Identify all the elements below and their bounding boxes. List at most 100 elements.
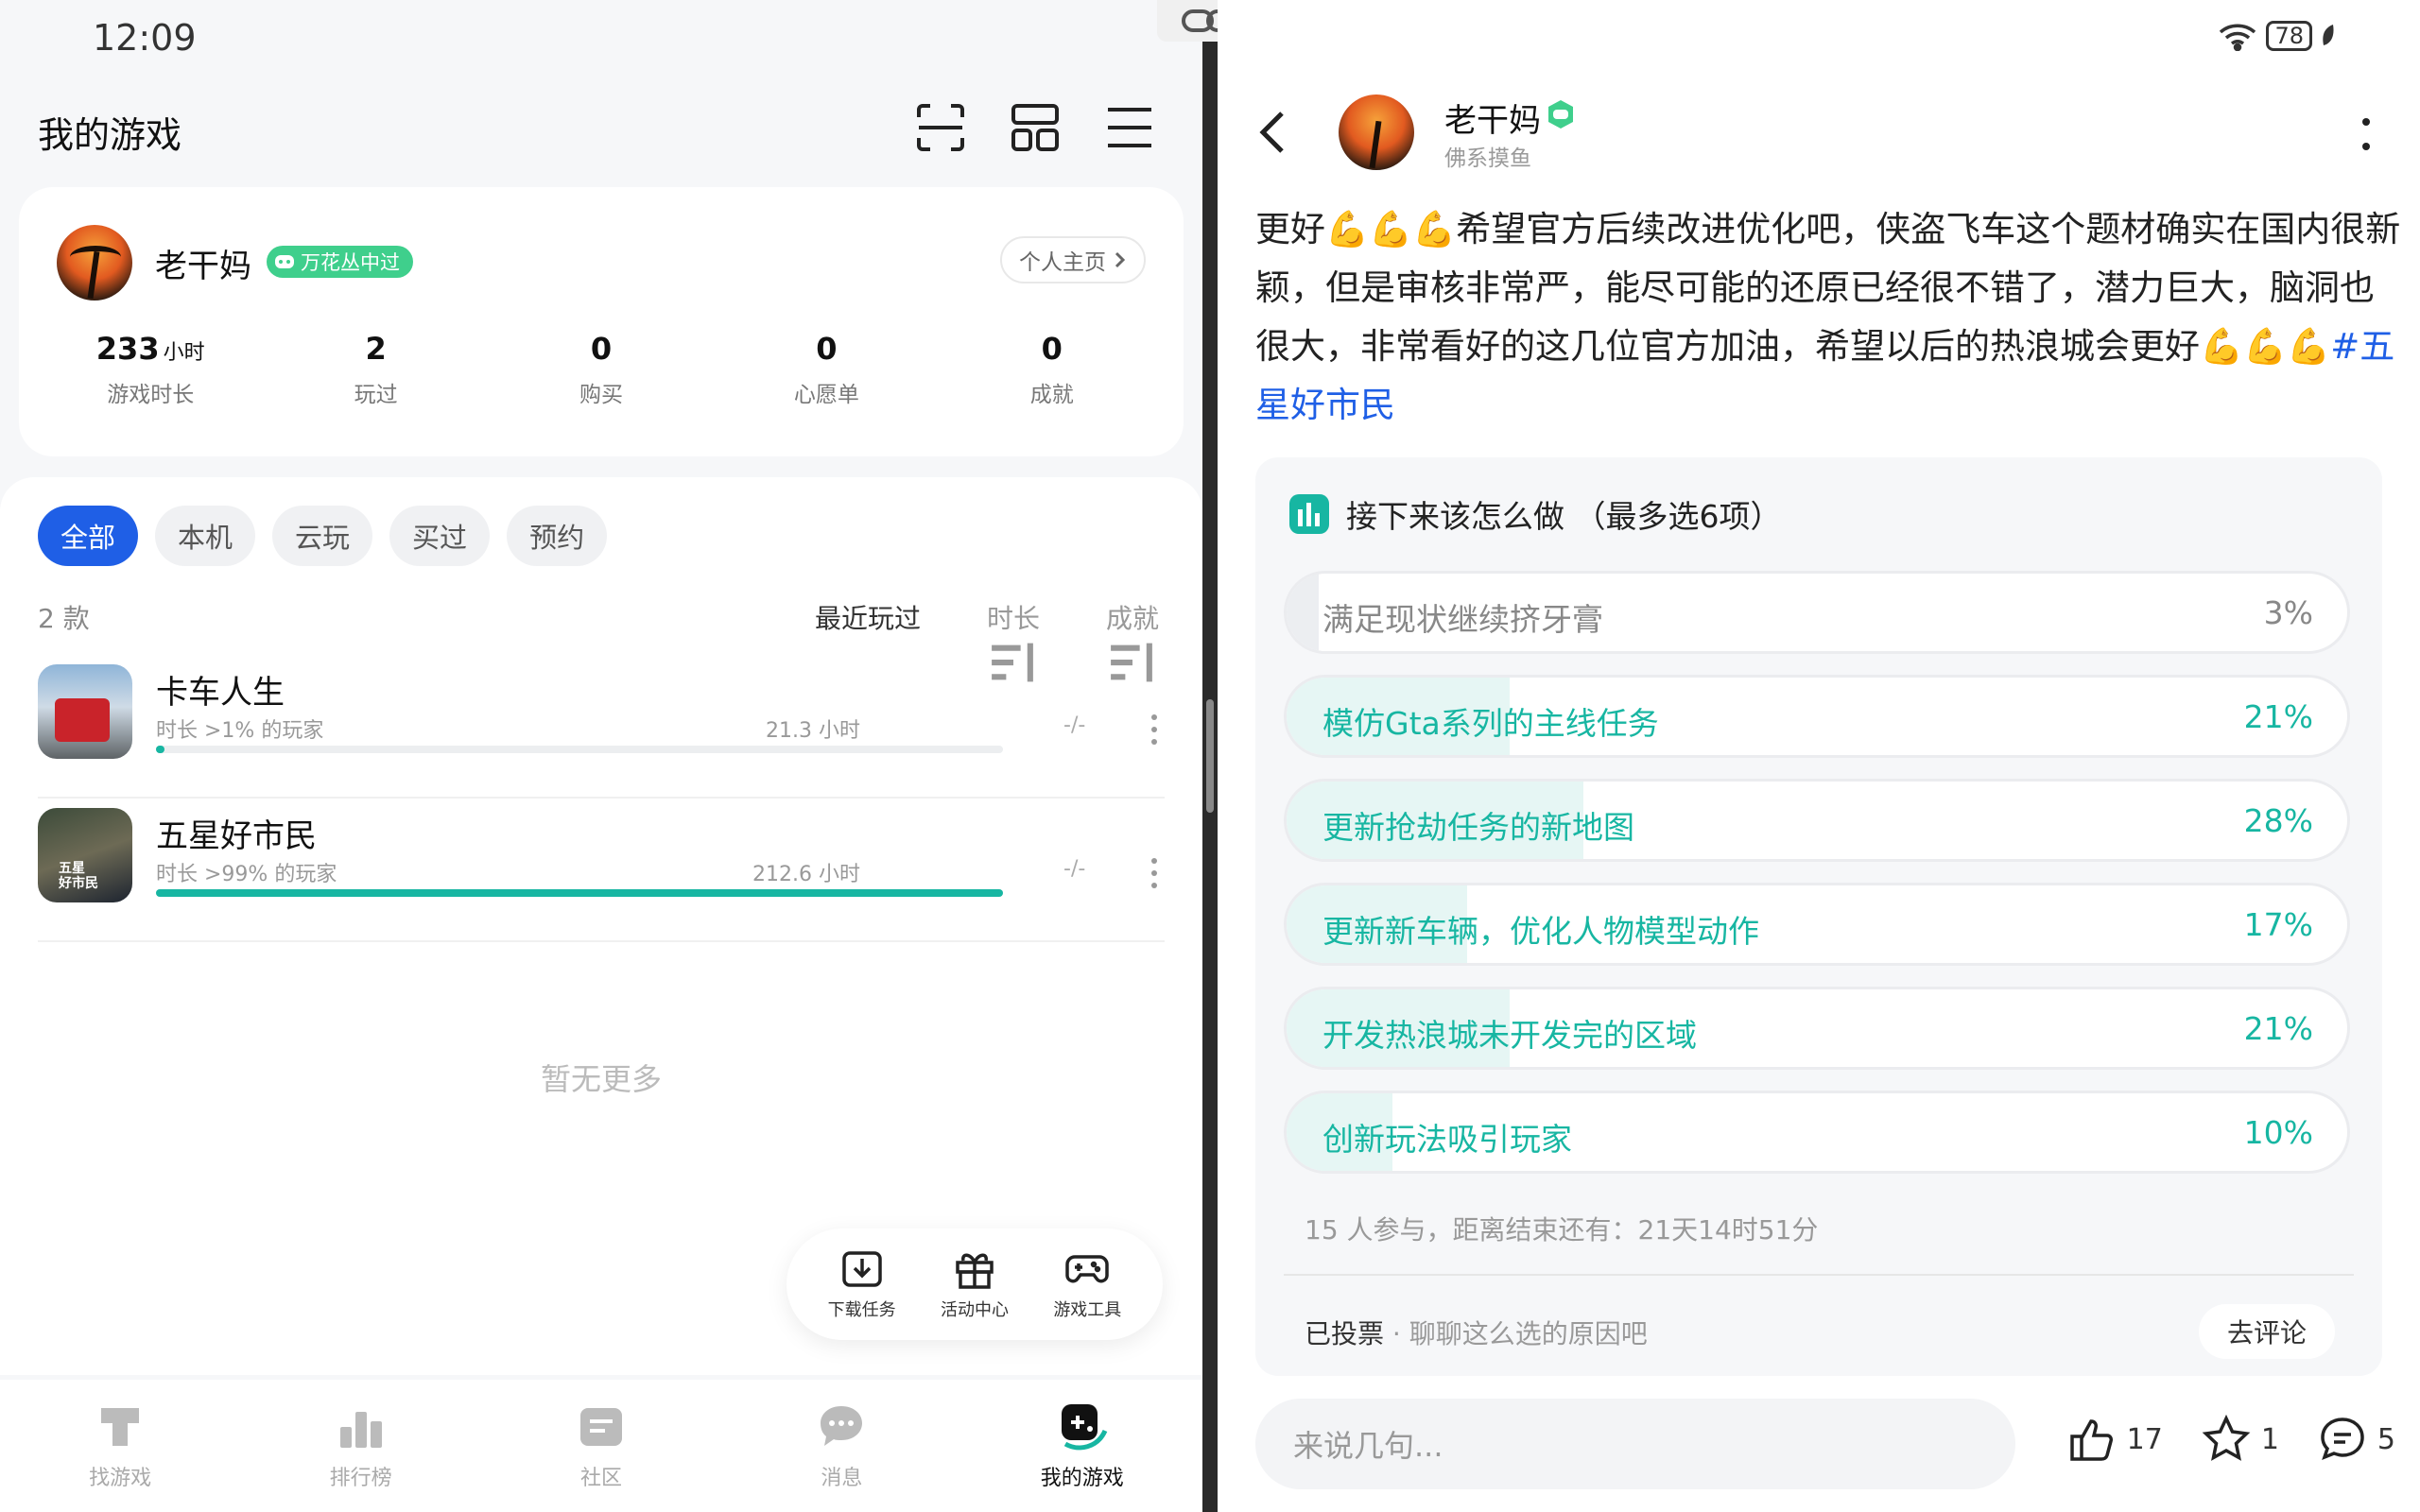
no-more-text: 暂无更多 (540, 1061, 662, 1097)
my-games-icon (1061, 1404, 1108, 1451)
game-tools-button[interactable]: 游戏工具 (1035, 1247, 1139, 1321)
avatar[interactable] (57, 225, 132, 301)
nav-label: 消息 (821, 1467, 863, 1490)
layout-icon[interactable] (1010, 102, 1061, 153)
poll-option[interactable]: 模仿Gta系列的主线任务 21% (1284, 675, 2350, 758)
post-text-start: 更好 (1255, 209, 1325, 249)
download-icon (841, 1251, 882, 1287)
quick-tool-label: 下载任务 (827, 1300, 896, 1320)
poll-card: 接下来该怎么做 （最多选6项） 满足现状继续挤牙膏 3% 模仿Gta系列的主线任… (1255, 457, 2382, 1376)
stat-achievements[interactable]: 0 成就 (958, 331, 1147, 408)
playtime-bar-fill (156, 889, 1003, 897)
flex-emoji: 💪💪💪 (2200, 326, 2331, 367)
author-name[interactable]: 老干妈 (1444, 94, 1541, 141)
author-avatar[interactable] (1339, 94, 1414, 170)
poll-option[interactable]: 更新抢劫任务的新地图 28% (1284, 779, 2350, 862)
poll-option[interactable]: 满足现状继续挤牙膏 3% (1284, 571, 2350, 654)
game-count: 2 款 (38, 603, 90, 634)
filter-all[interactable]: 全部 (38, 506, 139, 566)
personal-home-button[interactable]: 个人主页 (1000, 236, 1146, 284)
filter-cloud[interactable]: 云玩 (272, 506, 373, 566)
stat-value: 0 (590, 331, 613, 367)
game-hours: 21.3 小时 (766, 719, 860, 743)
filter-bought[interactable]: 买过 (389, 506, 491, 566)
profile-name: 老干妈 (155, 248, 251, 285)
nav-my-games[interactable]: 我的游戏 (988, 1400, 1177, 1512)
poll-option[interactable]: 更新新车辆，优化人物模型动作 17% (1284, 883, 2350, 966)
thumbs-up-icon (2069, 1419, 2113, 1461)
stat-unit: 小时 (163, 341, 205, 365)
poll-option-percent: 10% (2243, 1114, 2313, 1151)
stat-label: 购买 (579, 383, 623, 407)
star-icon (2202, 1414, 2251, 1461)
menu-icon[interactable] (1104, 102, 1155, 153)
go-comment-button[interactable]: 去评论 (2198, 1304, 2335, 1359)
like-button[interactable]: 17 (2066, 1414, 2163, 1465)
filter-reserved[interactable]: 预约 (507, 506, 608, 566)
game-icon-five-star-citizen[interactable] (38, 808, 132, 902)
split-drag-handle[interactable] (1206, 699, 1214, 813)
author-subtitle: 佛系摸鱼 (1444, 146, 1531, 171)
community-icon (579, 1408, 622, 1446)
comment-button[interactable]: 5 (2317, 1414, 2395, 1465)
game-row[interactable]: 五星好市民 时长 >99% 的玩家 212.6 小时 -/- (38, 800, 1165, 942)
stat-label: 心愿单 (793, 383, 859, 407)
nav-label: 找游戏 (89, 1467, 152, 1490)
back-arrow-icon[interactable] (1253, 108, 1291, 157)
game-percentile: 时长 >1% 的玩家 (156, 719, 324, 743)
filter-local[interactable]: 本机 (155, 506, 256, 566)
sort-achievement-label: 成就 (1105, 603, 1159, 634)
game-percentile: 时长 >99% 的玩家 (156, 863, 337, 886)
profile-card[interactable]: 老干妈 万花丛中过 个人主页 233 小时 游戏时长 2 玩过 0 购买 0 心… (19, 187, 1184, 456)
left-pane: 12:09 我的游戏 老干妈 万花丛中过 个人主页 233 小时 游戏时长 2 … (0, 0, 1202, 1512)
right-pane: 78 更好💪💪💪希望官方后续改进优化吧，侠盗飞车这个题材确实在国内很新颖，但是审… (1218, 0, 2420, 1512)
favorite-button[interactable]: 1 (2201, 1414, 2279, 1465)
download-tasks-button[interactable]: 下载任务 (810, 1247, 914, 1321)
poll-meta: 15 人参与，距离结束还有：21天14时51分 (1305, 1214, 1819, 1246)
poll-option[interactable]: 开发热浪城未开发完的区域 21% (1284, 987, 2350, 1070)
scan-icon[interactable] (915, 102, 966, 153)
rankings-icon (339, 1412, 382, 1448)
profile-badge-label: 万花丛中过 (301, 251, 400, 274)
stat-purchased[interactable]: 0 购买 (507, 331, 696, 408)
game-row[interactable]: 卡车人生 时长 >1% 的玩家 21.3 小时 -/- (38, 657, 1165, 799)
nav-messages[interactable]: 消息 (747, 1400, 936, 1512)
poll-option-label: 更新抢劫任务的新地图 (1322, 809, 1634, 846)
nav-find-games[interactable]: 找游戏 (26, 1400, 215, 1512)
more-vertical-icon[interactable] (2361, 117, 2371, 151)
playtime-bar-fill (156, 746, 164, 753)
game-icon-truck-life[interactable] (38, 664, 132, 759)
more-vertical-icon[interactable] (1151, 713, 1157, 746)
filter-chips: 全部 本机 云玩 买过 预约 (38, 506, 608, 566)
activity-center-button[interactable]: 活动中心 (923, 1247, 1027, 1321)
poll-option-label: 创新玩法吸引玩家 (1322, 1121, 1572, 1158)
stat-label: 玩过 (354, 383, 398, 407)
quick-tools: 下载任务 活动中心 游戏工具 (786, 1228, 1163, 1340)
voted-label: 已投票 (1305, 1318, 1385, 1349)
poll-option-label: 更新新车辆，优化人物模型动作 (1322, 913, 1759, 950)
comment-icon (2321, 1418, 2364, 1461)
page-title: 我的游戏 (38, 114, 182, 156)
poll-title: 接下来该怎么做 （最多选6项） (1288, 491, 1782, 537)
stat-label: 成就 (1029, 383, 1074, 407)
gamepad-icon (275, 255, 294, 268)
playtime-bar (156, 746, 1003, 753)
more-vertical-icon[interactable] (1151, 857, 1157, 889)
gamepad-badge-icon (1548, 100, 1573, 129)
poll-option-label: 开发热浪城未开发完的区域 (1322, 1017, 1697, 1054)
voted-status: 已投票 · 聊聊这么选的原因吧 (1305, 1318, 1648, 1349)
find-games-icon (101, 1408, 140, 1446)
nav-community[interactable]: 社区 (507, 1400, 696, 1512)
quick-tool-label: 活动中心 (940, 1300, 1009, 1320)
post-body: 更好💪💪💪希望官方后续改进优化吧，侠盗飞车这个题材确实在国内很新颖，但是审核非常… (1255, 200, 2401, 435)
stat-play-time[interactable]: 233 小时 游戏时长 (56, 331, 245, 408)
nav-label: 排行榜 (329, 1467, 392, 1490)
comment-input[interactable]: 来说几句... (1255, 1399, 2015, 1489)
voted-hint: 聊聊这么选的原因吧 (1409, 1318, 1648, 1349)
stat-played[interactable]: 2 玩过 (282, 331, 471, 408)
poll-option[interactable]: 创新玩法吸引玩家 10% (1284, 1091, 2350, 1174)
poll-option-label: 模仿Gta系列的主线任务 (1322, 705, 1659, 742)
stat-wishlist[interactable]: 0 心愿单 (732, 331, 921, 408)
nav-rankings[interactable]: 排行榜 (267, 1400, 456, 1512)
poll-option-percent: 21% (2243, 698, 2313, 735)
